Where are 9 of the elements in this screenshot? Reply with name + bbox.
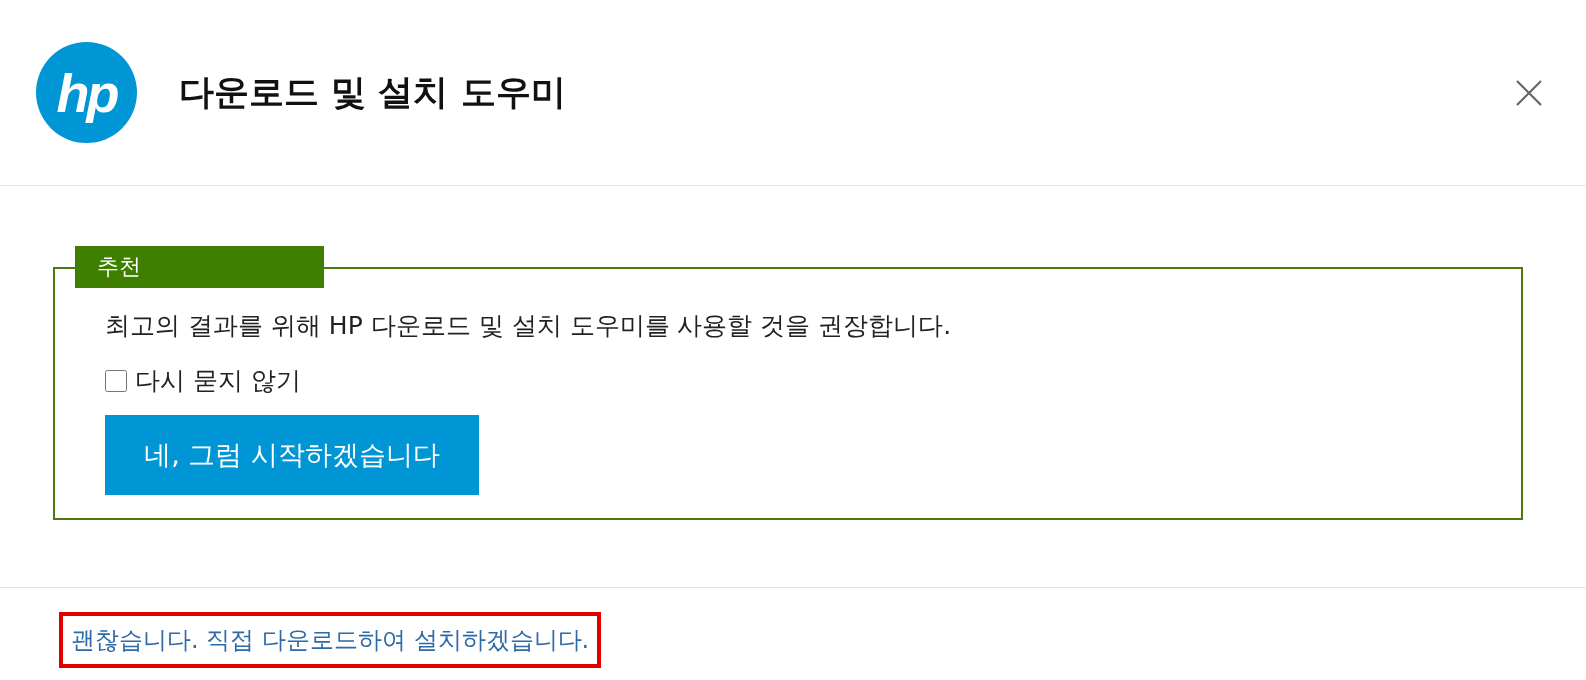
start-button[interactable]: 네, 그럼 시작하겠습니다 <box>105 415 479 495</box>
recommended-tag: 추천 <box>75 246 324 288</box>
checkbox-label: 다시 묻지 않기 <box>135 365 301 397</box>
manual-download-link[interactable]: 괜찮습니다. 직접 다운로드하여 설치하겠습니다. <box>59 612 602 668</box>
checkbox[interactable] <box>105 369 127 392</box>
dialog-title: 다운로드 및 설치 도우미 <box>179 71 567 114</box>
close-icon[interactable] <box>1516 79 1542 106</box>
logo-icon: hp <box>36 42 137 143</box>
recommendation-message: 최고의 결과를 위해 HP 다운로드 및 설치 도우미를 사용할 것을 권장합니다. <box>105 310 953 342</box>
